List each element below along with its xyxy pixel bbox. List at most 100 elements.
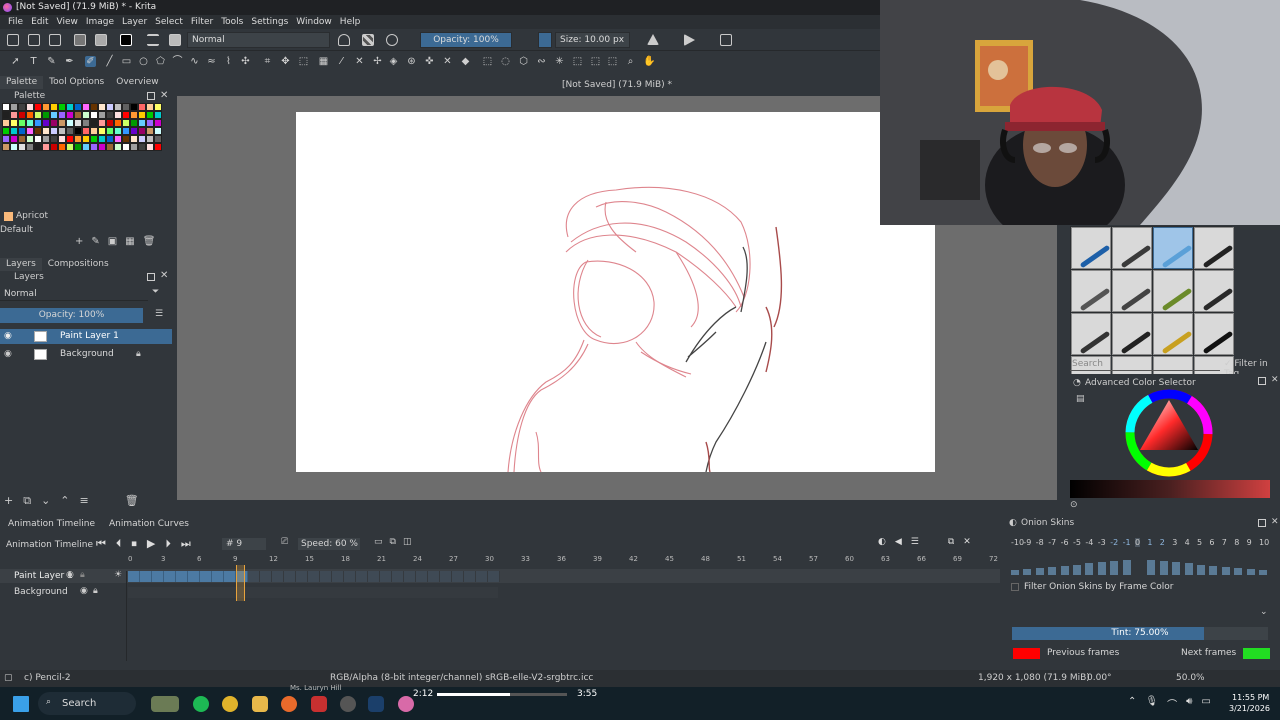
brush-preset-tile[interactable] (1194, 270, 1234, 312)
palette-swatch[interactable] (18, 143, 26, 151)
save-document-icon[interactable] (49, 34, 61, 46)
status-rotation[interactable]: 0.00° (1087, 670, 1112, 687)
contiguous-selection-tool-icon[interactable]: ✳ (554, 56, 565, 67)
obs-icon[interactable] (340, 696, 356, 712)
frame-cell[interactable] (380, 571, 392, 582)
similar-color-selection-tool-icon[interactable]: ⬚ (572, 56, 583, 67)
palette-swatch[interactable] (26, 143, 34, 151)
palette-swatch[interactable] (130, 135, 138, 143)
palette-swatch[interactable] (146, 135, 154, 143)
size-link-toggle[interactable] (538, 32, 552, 48)
palette-swatch[interactable] (18, 119, 26, 127)
palette-swatch[interactable] (2, 135, 10, 143)
palette-swatch[interactable] (90, 119, 98, 127)
track-onion-icon[interactable]: ☀ (114, 570, 122, 580)
frame-cell[interactable] (152, 571, 164, 582)
menu-filter[interactable]: Filter (187, 15, 217, 29)
palette-swatch[interactable] (50, 119, 58, 127)
onion-frame-number[interactable]: 3 (1172, 538, 1177, 547)
onion-opacity-bar[interactable] (1122, 560, 1131, 575)
tab-animation-curves[interactable]: Animation Curves (109, 519, 189, 529)
paint-layer-frames[interactable] (128, 569, 500, 583)
frame-cell[interactable] (416, 571, 428, 582)
tray-chevron-icon[interactable]: ⌃ (1128, 696, 1136, 711)
measure-tool-icon[interactable]: ✕ (442, 56, 453, 67)
close-color-dock-icon[interactable]: ✕ (1271, 375, 1279, 385)
transform-tool-icon[interactable]: ⬚ (298, 56, 309, 67)
palette-swatch[interactable] (146, 143, 154, 151)
palette-swatch[interactable] (98, 127, 106, 135)
pan-tool-icon[interactable]: ✋ (643, 56, 655, 67)
onion-opacity-bar[interactable] (1011, 570, 1019, 575)
palette-swatch[interactable] (122, 119, 130, 127)
tab-tool-options[interactable]: Tool Options (43, 76, 110, 89)
zoom-tool-icon[interactable]: ⌕ (625, 56, 636, 67)
onion-frame-number[interactable]: -8 (1036, 538, 1044, 547)
krita-taskbar-icon[interactable] (398, 696, 414, 712)
steam-icon[interactable] (368, 696, 384, 712)
palette-swatch[interactable] (130, 143, 138, 151)
palette-swatch[interactable] (82, 127, 90, 135)
move-layer-down-icon[interactable]: ⌄ (41, 494, 50, 508)
onion-frame-numbers[interactable]: -10 -9 -8 -7 -6 -5 -4 -3 -2 -1 0 1 2 3 4 5 6 7 8 9 10 (1011, 538, 1273, 550)
palette-swatch[interactable] (50, 103, 58, 111)
palette-swatch[interactable] (34, 111, 42, 119)
onion-opacity-bar[interactable] (1172, 562, 1181, 575)
palette-swatch[interactable] (98, 119, 106, 127)
onion-frame-number[interactable]: 2 (1160, 538, 1165, 547)
frame-cell[interactable] (464, 571, 476, 582)
microphone-icon[interactable]: 🎙︎ (1145, 696, 1158, 711)
next-frames-color[interactable] (1243, 648, 1270, 659)
frame-range-icon[interactable]: ⧉ (390, 537, 396, 547)
frame-cell[interactable] (320, 571, 332, 582)
add-swatch-icon[interactable]: + (75, 236, 83, 248)
filter-onion-checkbox[interactable] (1011, 583, 1019, 591)
rectangular-selection-tool-icon[interactable]: ⬚ (482, 56, 493, 67)
frame-ruler[interactable]: 0 3 6 9 12 15 18 21 24 27 30 33 36 39 42 45 48 51 54 57 60 63… (128, 555, 1000, 567)
enclose-fill-tool-icon[interactable]: ⊛ (406, 56, 417, 67)
save-palette-icon[interactable]: ▣ (108, 236, 117, 248)
select-shapes-tool-icon[interactable]: ➚ (10, 56, 21, 67)
palette-swatch[interactable] (106, 143, 114, 151)
brush-settings-icon[interactable] (147, 34, 159, 46)
track-lock-icon[interactable]: 🔒︎ (80, 570, 85, 580)
file-explorer-icon[interactable] (252, 696, 268, 712)
layer-menu-icon[interactable]: ☰ (155, 309, 163, 319)
track-name[interactable]: Paint Layer 1 (14, 571, 73, 581)
stop-icon[interactable]: ⏹ (131, 537, 137, 551)
clock-time[interactable]: 11:55 PM (1232, 693, 1269, 702)
spotify-icon[interactable] (193, 696, 209, 712)
pattern-swatch-icon[interactable] (74, 34, 86, 46)
onion-opacity-bar[interactable] (1048, 566, 1057, 575)
palette-swatch[interactable] (26, 119, 34, 127)
palette-swatch[interactable] (146, 127, 154, 135)
drawing-canvas[interactable] (296, 112, 935, 473)
delete-layer-icon[interactable]: 🗑 (125, 494, 139, 508)
calligraphy-tool-icon[interactable]: ✒ (64, 56, 75, 67)
dynamic-brush-tool-icon[interactable]: ⌇ (223, 56, 234, 67)
palette-swatch[interactable] (74, 135, 82, 143)
frame-cell[interactable] (308, 571, 320, 582)
playback-speed-field[interactable]: Speed: 60 % (298, 538, 360, 550)
palette-swatch[interactable] (82, 103, 90, 111)
palette-swatch[interactable] (58, 143, 66, 151)
palette-swatch[interactable] (66, 103, 74, 111)
palette-swatch[interactable] (114, 119, 122, 127)
playhead[interactable] (236, 565, 245, 601)
tab-palette[interactable]: Palette (0, 76, 44, 89)
palette-swatch[interactable] (50, 127, 58, 135)
palette-swatch[interactable] (106, 103, 114, 111)
brush-preset-tile[interactable] (1071, 227, 1111, 269)
palette-swatch[interactable] (74, 111, 82, 119)
palette-swatch[interactable] (138, 143, 146, 151)
layer-filter-icon[interactable]: ⏷ (152, 287, 159, 297)
palette-swatch[interactable] (82, 143, 90, 151)
mirror-horizontal-icon[interactable] (647, 34, 659, 45)
palette-swatch[interactable] (98, 143, 106, 151)
onion-opacity-bar[interactable] (1234, 567, 1243, 575)
brush-preset-tile[interactable] (1112, 270, 1152, 312)
frame-cell[interactable] (476, 571, 488, 582)
menu-settings[interactable]: Settings (247, 15, 292, 29)
palette-swatch[interactable] (90, 143, 98, 151)
palette-swatch[interactable] (26, 127, 34, 135)
